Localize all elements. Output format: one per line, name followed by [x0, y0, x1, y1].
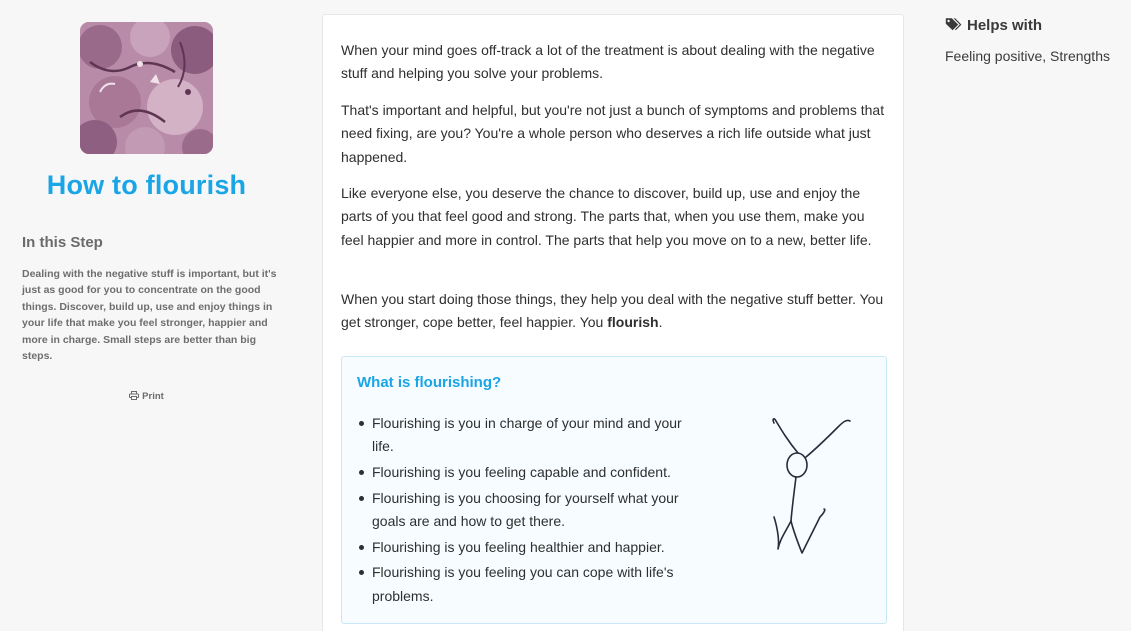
- helps-with-heading: Helps with: [945, 17, 1042, 36]
- list-item: Flourishing is you choosing for yourself…: [357, 487, 702, 534]
- print-button[interactable]: Print: [0, 391, 293, 403]
- paragraph-4-end: .: [658, 314, 663, 331]
- flourishing-callout: What is flourishing? Flourishing is you …: [341, 356, 887, 624]
- callout-title: What is flourishing?: [357, 374, 502, 391]
- list-item: Flourishing is you feeling you can cope …: [357, 561, 702, 608]
- printer-icon: [129, 391, 140, 403]
- in-this-step-summary: Dealing with the negative stuff is impor…: [22, 268, 277, 363]
- helps-with-tags: Feeling positive, Strengths: [945, 48, 1110, 64]
- intro-paragraph-1: When your mind goes off-track a lot of t…: [341, 42, 875, 82]
- list-item: Flourishing is you feeling healthier and…: [357, 536, 702, 559]
- step-title: How to flourish: [46, 170, 247, 200]
- intro-paragraph-4: When you start doing those things, they …: [341, 288, 886, 335]
- intro-paragraph-2: That's important and helpful, but you're…: [341, 102, 885, 165]
- print-label: Print: [142, 391, 164, 402]
- illustration-image: [80, 22, 213, 154]
- helps-with-label: Helps with: [967, 17, 1043, 34]
- flourishing-list: Flourishing is you in charge of your min…: [357, 412, 702, 610]
- tags-icon: [945, 17, 962, 36]
- intro-paragraph-3: Like everyone else, you deserve the chan…: [341, 185, 872, 248]
- flourish-emphasis: flourish: [607, 314, 659, 331]
- page: How to flourish In this Step Dealing wit…: [0, 0, 1131, 631]
- step-sidebar: How to flourish In this Step Dealing wit…: [0, 0, 300, 631]
- in-this-step-heading: In this Step: [22, 234, 103, 251]
- step-content-card: When your mind goes off-track a lot of t…: [322, 14, 904, 631]
- stick-figure-illustration: [772, 418, 851, 554]
- step-hero-image: [80, 22, 213, 154]
- list-item: Flourishing is you in charge of your min…: [357, 412, 702, 459]
- list-item: Flourishing is you feeling capable and c…: [357, 461, 702, 484]
